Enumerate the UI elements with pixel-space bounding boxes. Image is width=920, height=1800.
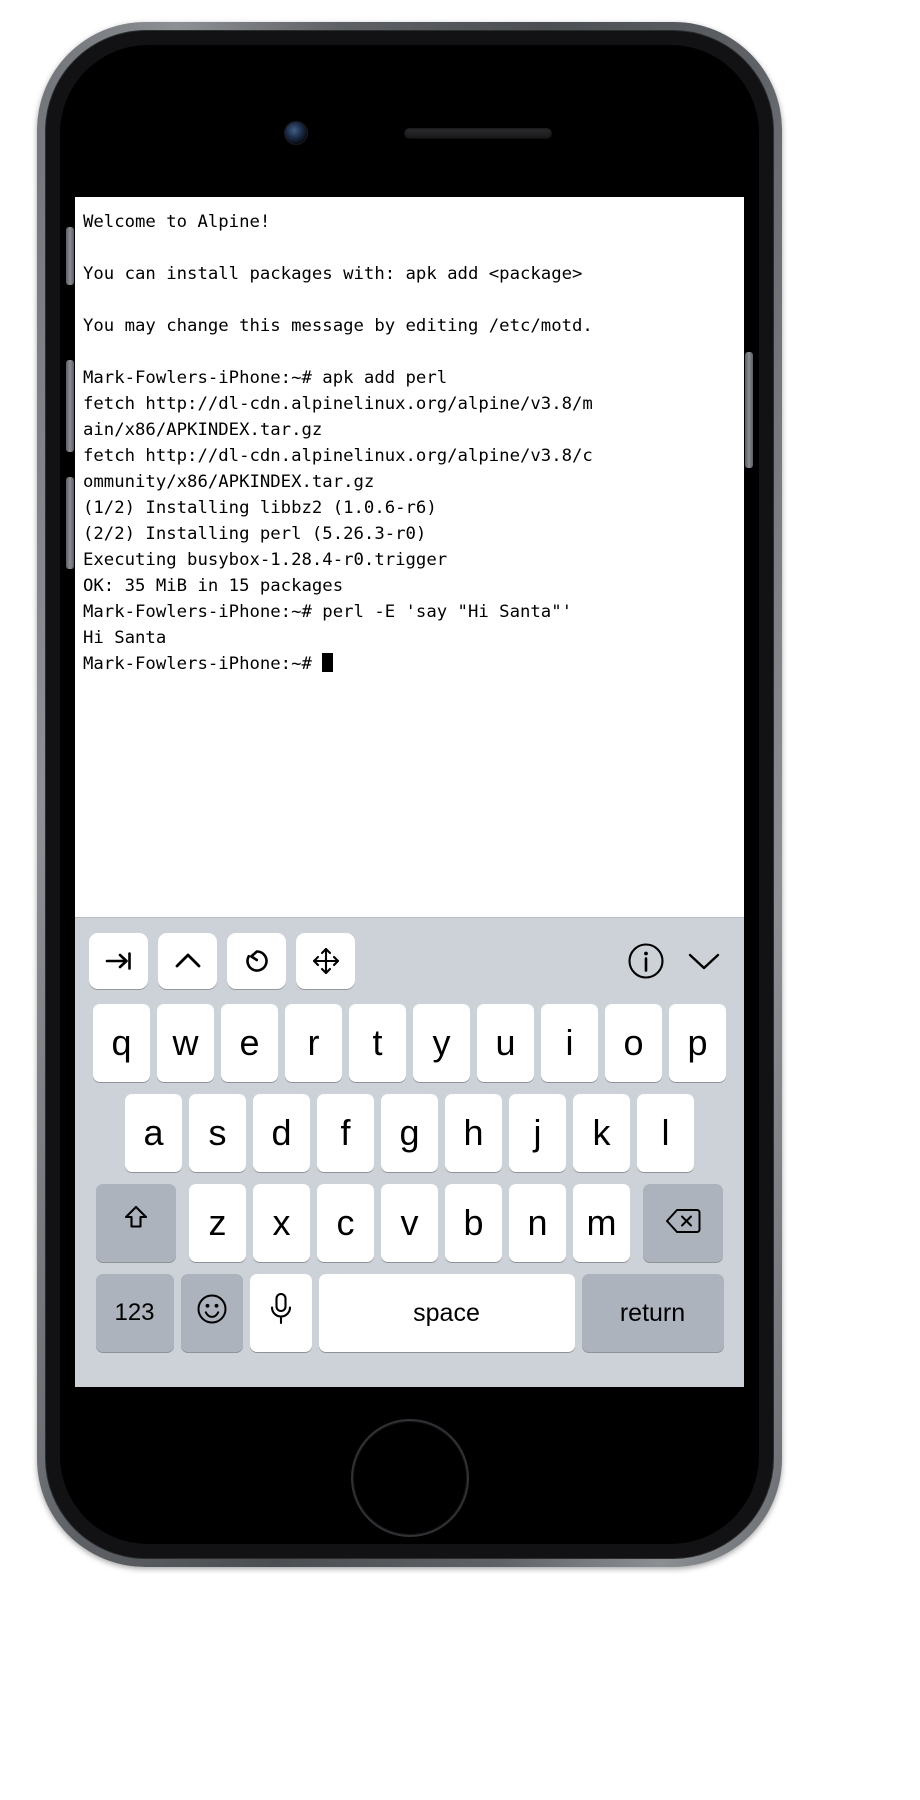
terminal-line: You can install packages with: apk add <… bbox=[83, 264, 583, 284]
terminal-line-command: Mark-Fowlers-iPhone:~# perl -E 'say "Hi … bbox=[83, 602, 572, 622]
key-w[interactable]: w bbox=[157, 1004, 214, 1082]
microphone-icon bbox=[268, 1292, 294, 1335]
smiley-face-icon bbox=[196, 1293, 228, 1333]
key-c[interactable]: c bbox=[317, 1184, 374, 1262]
key-k[interactable]: k bbox=[573, 1094, 630, 1172]
iphone-device-frame: Welcome to Alpine! You can install packa… bbox=[37, 22, 782, 1567]
return-key[interactable]: return bbox=[581, 1274, 724, 1352]
terminal-line: fetch http://dl-cdn.alpinelinux.org/alpi… bbox=[83, 394, 593, 414]
dictation-key[interactable] bbox=[249, 1274, 312, 1352]
terminal-line: ommunity/x86/APKINDEX.tar.gz bbox=[83, 472, 375, 492]
shift-arrow-icon bbox=[120, 1202, 152, 1244]
caret-up-icon bbox=[173, 950, 203, 972]
terminal-line: Executing busybox-1.28.4-r0.trigger bbox=[83, 550, 448, 570]
terminal-line: You may change this message by editing /… bbox=[83, 316, 593, 336]
key-x[interactable]: x bbox=[253, 1184, 310, 1262]
space-key[interactable]: space bbox=[318, 1274, 575, 1352]
terminal-line: OK: 35 MiB in 15 packages bbox=[83, 576, 344, 596]
shift-key[interactable] bbox=[96, 1184, 176, 1262]
backspace-icon bbox=[665, 1202, 701, 1244]
key-h[interactable]: h bbox=[445, 1094, 502, 1172]
silent-switch[interactable] bbox=[66, 227, 74, 285]
key-q[interactable]: q bbox=[93, 1004, 150, 1082]
iphone-screen: Welcome to Alpine! You can install packa… bbox=[75, 197, 744, 1387]
key-r[interactable]: r bbox=[285, 1004, 342, 1082]
tab-arrow-icon bbox=[104, 949, 134, 973]
four-way-arrows-icon bbox=[311, 946, 341, 976]
arrows-key[interactable] bbox=[296, 933, 355, 989]
key-g[interactable]: g bbox=[381, 1094, 438, 1172]
chevron-down-icon bbox=[684, 947, 724, 975]
keyboard-row-2: a s d f g h j k l bbox=[75, 1094, 744, 1172]
keyboard-row-1: q w e r t y u i o p bbox=[75, 1004, 744, 1082]
key-e[interactable]: e bbox=[221, 1004, 278, 1082]
terminal-prompt-line: Mark-Fowlers-iPhone:~# bbox=[83, 651, 744, 677]
earpiece-speaker bbox=[403, 128, 552, 139]
terminal-output[interactable]: Welcome to Alpine! You can install packa… bbox=[75, 197, 744, 917]
home-button[interactable] bbox=[350, 1419, 469, 1537]
shell-prompt: Mark-Fowlers-iPhone:~# bbox=[83, 654, 323, 674]
key-f[interactable]: f bbox=[317, 1094, 374, 1172]
key-t[interactable]: t bbox=[349, 1004, 406, 1082]
volume-down-button[interactable] bbox=[66, 477, 74, 569]
key-p[interactable]: p bbox=[669, 1004, 726, 1082]
volume-up-button[interactable] bbox=[66, 360, 74, 452]
dismiss-keyboard-button[interactable] bbox=[678, 935, 730, 987]
key-m[interactable]: m bbox=[573, 1184, 630, 1262]
front-camera-icon bbox=[284, 122, 307, 144]
text-cursor bbox=[322, 653, 334, 672]
key-j[interactable]: j bbox=[509, 1094, 566, 1172]
screenshot-stage: Welcome to Alpine! You can install packa… bbox=[0, 0, 920, 1800]
terminal-line: (1/2) Installing libbz2 (1.0.6-r6) bbox=[83, 498, 437, 518]
key-b[interactable]: b bbox=[445, 1184, 502, 1262]
emoji-key[interactable] bbox=[180, 1274, 243, 1352]
key-o[interactable]: o bbox=[605, 1004, 662, 1082]
history-key[interactable] bbox=[227, 933, 286, 989]
info-button[interactable] bbox=[620, 935, 672, 987]
terminal-line: fetch http://dl-cdn.alpinelinux.org/alpi… bbox=[83, 446, 593, 466]
key-n[interactable]: n bbox=[509, 1184, 566, 1262]
onscreen-keyboard: q w e r t y u i o p a s d f g h j k l z … bbox=[75, 917, 744, 1387]
key-z[interactable]: z bbox=[189, 1184, 246, 1262]
key-v[interactable]: v bbox=[381, 1184, 438, 1262]
terminal-line-command: Mark-Fowlers-iPhone:~# apk add perl bbox=[83, 368, 448, 388]
ctrl-key[interactable] bbox=[158, 933, 217, 989]
numbers-key[interactable]: 123 bbox=[95, 1274, 174, 1352]
terminal-line: Welcome to Alpine! bbox=[83, 212, 271, 232]
key-a[interactable]: a bbox=[125, 1094, 182, 1172]
keyboard-row-4: 123 space return bbox=[75, 1274, 744, 1352]
keyboard-row-3: z x c v b n m bbox=[75, 1184, 744, 1262]
delete-key[interactable] bbox=[643, 1184, 723, 1262]
key-u[interactable]: u bbox=[477, 1004, 534, 1082]
terminal-line: (2/2) Installing perl (5.26.3-r0) bbox=[83, 524, 427, 544]
key-i[interactable]: i bbox=[541, 1004, 598, 1082]
key-y[interactable]: y bbox=[413, 1004, 470, 1082]
tab-key[interactable] bbox=[89, 933, 148, 989]
key-s[interactable]: s bbox=[189, 1094, 246, 1172]
key-d[interactable]: d bbox=[253, 1094, 310, 1172]
rotate-ccw-icon bbox=[243, 947, 271, 975]
info-circle-icon bbox=[626, 941, 666, 981]
key-l[interactable]: l bbox=[637, 1094, 694, 1172]
power-button[interactable] bbox=[745, 352, 753, 468]
terminal-line: ain/x86/APKINDEX.tar.gz bbox=[83, 420, 323, 440]
keyboard-accessory-toolbar bbox=[75, 918, 744, 1004]
terminal-line: Hi Santa bbox=[83, 628, 167, 648]
